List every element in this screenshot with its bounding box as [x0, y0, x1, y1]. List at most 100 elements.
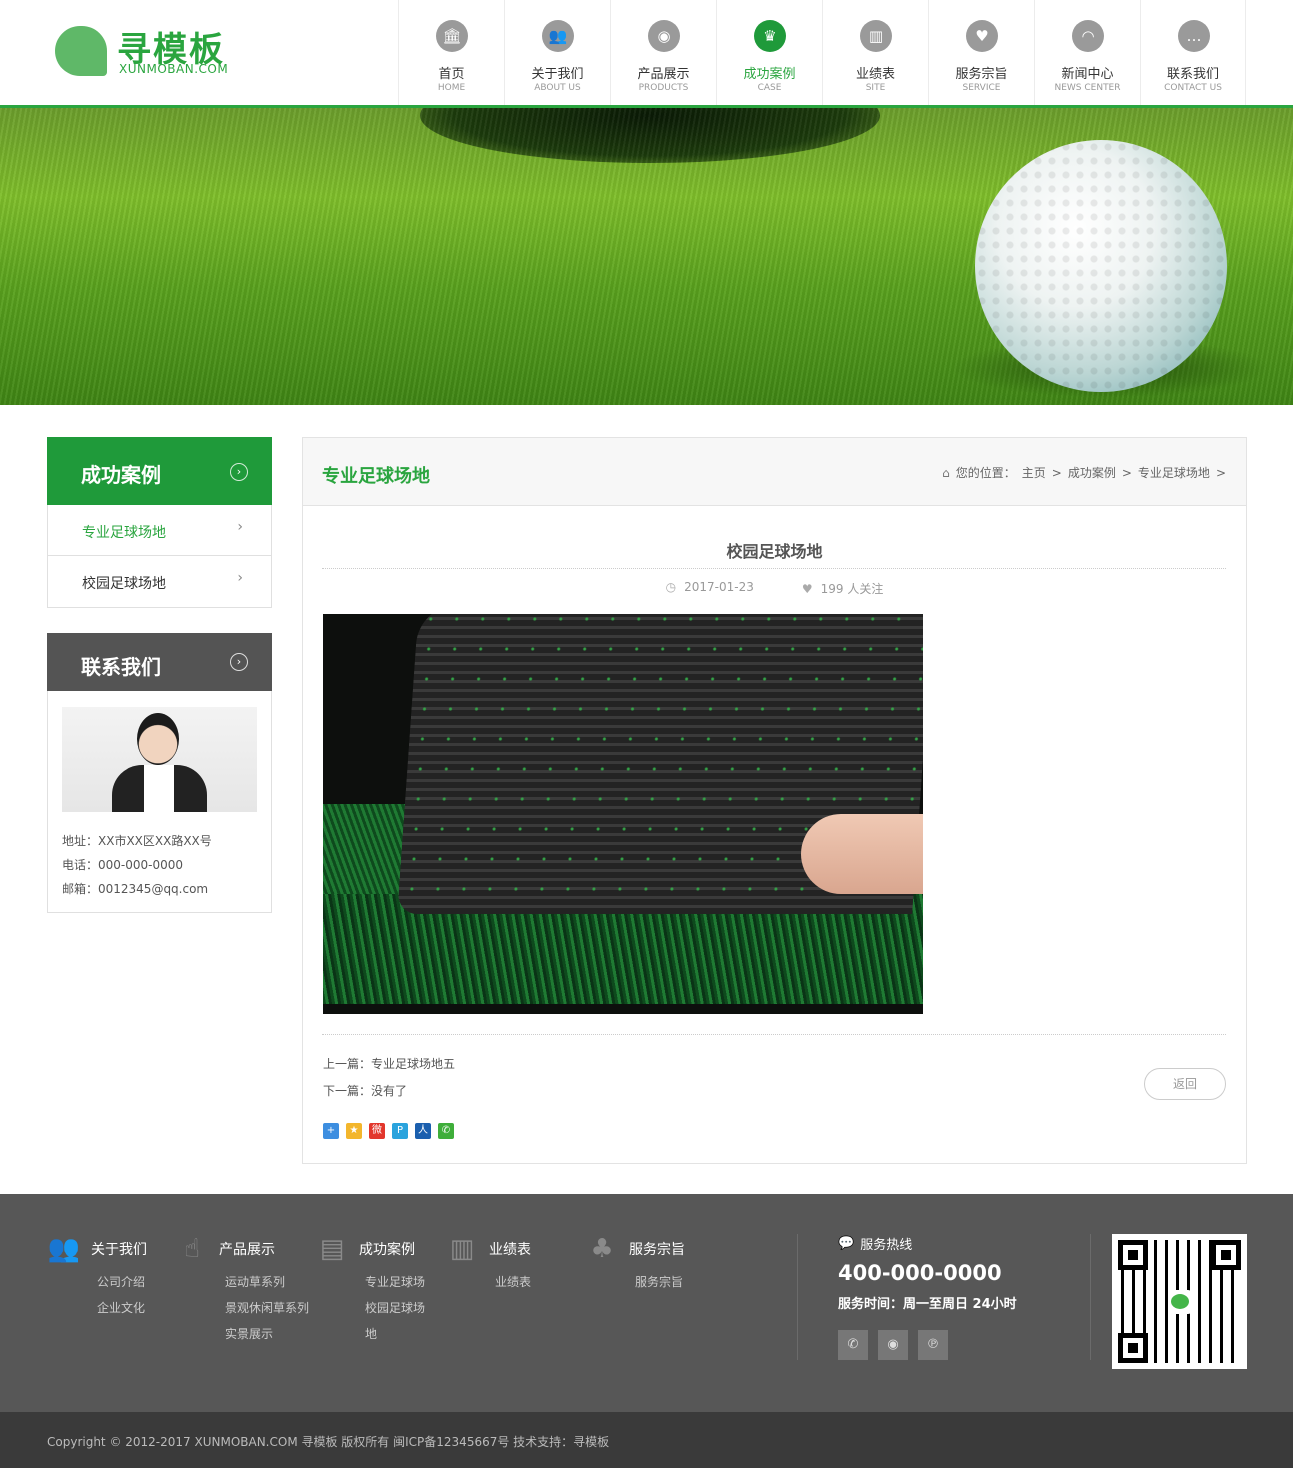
footer-link[interactable]: 校园足球场	[365, 1295, 425, 1321]
footer-column: ▤ 成功案例 专业足球场 校园足球场地	[315, 1234, 425, 1347]
footer-column-header: 👥 关于我们	[47, 1234, 147, 1264]
nav-item-sublabel: SERVICE	[962, 83, 1001, 93]
chat-icon: …	[1178, 20, 1210, 52]
qr-finder	[1211, 1240, 1241, 1270]
breadcrumb-item-home[interactable]: 主页	[1022, 464, 1046, 481]
site-logo[interactable]: 寻模板 XUNMOBAN.COM	[55, 24, 255, 80]
article-date-text: 2017-01-23	[684, 580, 754, 594]
heart-hand-icon: ♥	[966, 20, 998, 52]
nav-item-products[interactable]: ◉ 产品展示 PRODUCTS	[610, 0, 716, 105]
nav-item-contact-us[interactable]: … 联系我们 CONTACT US	[1140, 0, 1246, 105]
golf-ball	[975, 140, 1227, 392]
qr-code	[1112, 1234, 1247, 1369]
nav-item-home[interactable]: 🏛 首页 HOME	[398, 0, 504, 105]
nav-item-service[interactable]: ♥ 服务宗旨 SERVICE	[928, 0, 1034, 105]
share-more-icon[interactable]: +	[323, 1123, 339, 1139]
back-button[interactable]: 返回	[1144, 1068, 1226, 1100]
footer-column-title[interactable]: 服务宗旨	[629, 1239, 685, 1259]
article-meta: ◷ 2017-01-23 ♥ 199 人关注	[303, 580, 1246, 597]
speech-bubble-icon: 💬	[838, 1236, 855, 1251]
nav-item-site[interactable]: ▥ 业绩表 SITE	[822, 0, 928, 105]
footer-column-title[interactable]: 业绩表	[489, 1239, 531, 1259]
footer-link[interactable]: 地	[365, 1321, 425, 1347]
books-icon: ▥	[449, 1234, 475, 1264]
footer-link[interactable]: 运动草系列	[225, 1269, 309, 1295]
share-tqq-icon[interactable]: P	[392, 1123, 408, 1139]
sidebar-cases-title: 成功案例	[81, 463, 161, 487]
footer-divider	[797, 1234, 798, 1360]
share-qzone-icon[interactable]: ★	[346, 1123, 362, 1139]
breadcrumb-item-case[interactable]: 成功案例	[1068, 464, 1116, 481]
footer-link[interactable]: 景观休闲草系列	[225, 1295, 309, 1321]
nav-item-sublabel: CONTACT US	[1164, 83, 1222, 93]
footer-link[interactable]: 实景展示	[225, 1321, 309, 1347]
share-renren-icon[interactable]: 人	[415, 1123, 431, 1139]
wechat-icon[interactable]: ✆	[838, 1330, 868, 1360]
nav-item-sublabel: PRODUCTS	[638, 83, 689, 93]
eye-icon: ◉	[648, 20, 680, 52]
tencent-icon[interactable]: ℗	[918, 1330, 948, 1360]
breadcrumb: ⌂ 您的位置： 主页 > 成功案例 > 专业足球场地 >	[942, 464, 1226, 481]
qr-finder	[1118, 1240, 1148, 1270]
people-icon: 👥	[47, 1234, 81, 1264]
breadcrumb-prefix: 您的位置：	[955, 466, 1016, 480]
footer-column-header: ☝ 产品展示	[175, 1234, 309, 1264]
sidebar-case-item[interactable]: 校园足球场地 ›	[48, 556, 271, 607]
footer-column-title[interactable]: 成功案例	[359, 1239, 415, 1259]
nav-item-news-center[interactable]: ◠ 新闻中心 NEWS CENTER	[1034, 0, 1140, 105]
footer-column-links: 业绩表	[445, 1269, 531, 1295]
breadcrumb-item-current[interactable]: 专业足球场地	[1138, 464, 1210, 481]
footer-link[interactable]: 专业足球场	[365, 1269, 425, 1295]
hotline-number: 400-000-0000	[838, 1261, 1002, 1285]
contact-body: 地址：XX市XX区XX路XX号 电话：000-000-0000 邮箱：00123…	[47, 691, 272, 913]
bank-icon: 🏛	[436, 20, 468, 52]
nav-item-label: 服务宗旨	[955, 67, 1008, 82]
banner-image	[0, 108, 1293, 405]
nav-item-label: 关于我们	[531, 67, 584, 82]
service-time: 服务时间：周一至周日 24小时	[838, 1297, 1017, 1312]
footer-column-header: ♣ 服务宗旨	[585, 1234, 685, 1264]
chevron-right-icon: ›	[237, 570, 243, 586]
nav-item-case[interactable]: ♛ 成功案例 CASE	[716, 0, 822, 105]
sidebar-case-item[interactable]: 专业足球场地 ›	[48, 505, 271, 556]
prev-article-link[interactable]: 上一篇：专业足球场地五	[323, 1051, 455, 1078]
chevron-right-icon: ›	[237, 519, 243, 535]
footer-column-title[interactable]: 关于我们	[91, 1239, 147, 1259]
article-title: 校园足球场地	[726, 542, 823, 561]
footer-column-header: ▥ 业绩表	[445, 1234, 531, 1264]
heart-icon: ♥	[801, 582, 813, 596]
building-icon: ▥	[860, 20, 892, 52]
sidebar-case-label: 校园足球场地	[82, 576, 166, 592]
nav-item-about-us[interactable]: 👥 关于我们 ABOUT US	[504, 0, 610, 105]
finger	[801, 814, 923, 894]
divider	[322, 1034, 1226, 1035]
footer-column: ☝ 产品展示运动草系列 景观休闲草系列 实景展示	[175, 1234, 309, 1347]
article-image	[323, 614, 923, 1014]
footer-link[interactable]: 公司介绍	[97, 1269, 147, 1295]
weibo-icon[interactable]: ◉	[878, 1330, 908, 1360]
nav-item-label: 联系我们	[1166, 67, 1219, 82]
contact-address: 地址：XX市XX区XX路XX号	[62, 834, 212, 848]
article-followers-text: 199 人关注	[820, 582, 884, 596]
copyright-text: Copyright © 2012-2017 XUNMOBAN.COM 寻模板 版…	[47, 1435, 610, 1449]
footer-column-title[interactable]: 产品展示	[219, 1239, 275, 1259]
footer-link[interactable]: 服务宗旨	[635, 1269, 685, 1295]
next-article-link[interactable]: 下一篇：没有了	[323, 1078, 455, 1105]
contact-email: 邮箱：0012345@qq.com	[62, 882, 209, 896]
share-wechat-icon[interactable]: ✆	[438, 1123, 454, 1139]
footer-link[interactable]: 业绩表	[495, 1269, 531, 1295]
sidebar-contact-title: 联系我们	[81, 655, 161, 679]
share-weibo-icon[interactable]: 微	[369, 1123, 385, 1139]
footer-column-links: 服务宗旨	[585, 1269, 685, 1295]
contact-info: 地址：XX市XX区XX路XX号 电话：000-000-0000 邮箱：00123…	[62, 829, 212, 901]
footer-link[interactable]: 企业文化	[97, 1295, 147, 1321]
breadcrumb-separator: >	[1051, 465, 1062, 480]
footer-column: 👥 关于我们公司介绍 企业文化	[47, 1234, 147, 1321]
nav-item-sublabel: CASE	[757, 83, 782, 93]
sidebar-cases: 成功案例 › 专业足球场地 › 校园足球场地 ›	[47, 437, 272, 608]
breadcrumb-separator: >	[1215, 465, 1226, 480]
crown-icon: ♛	[754, 20, 786, 52]
site-header: 寻模板 XUNMOBAN.COM 🏛 首页 HOME 👥 关于我们 ABOUT US ◉ 产品…	[0, 0, 1293, 108]
article-followers: ♥ 199 人关注	[802, 580, 884, 597]
pointer-hand-icon: ☝	[184, 1234, 200, 1264]
